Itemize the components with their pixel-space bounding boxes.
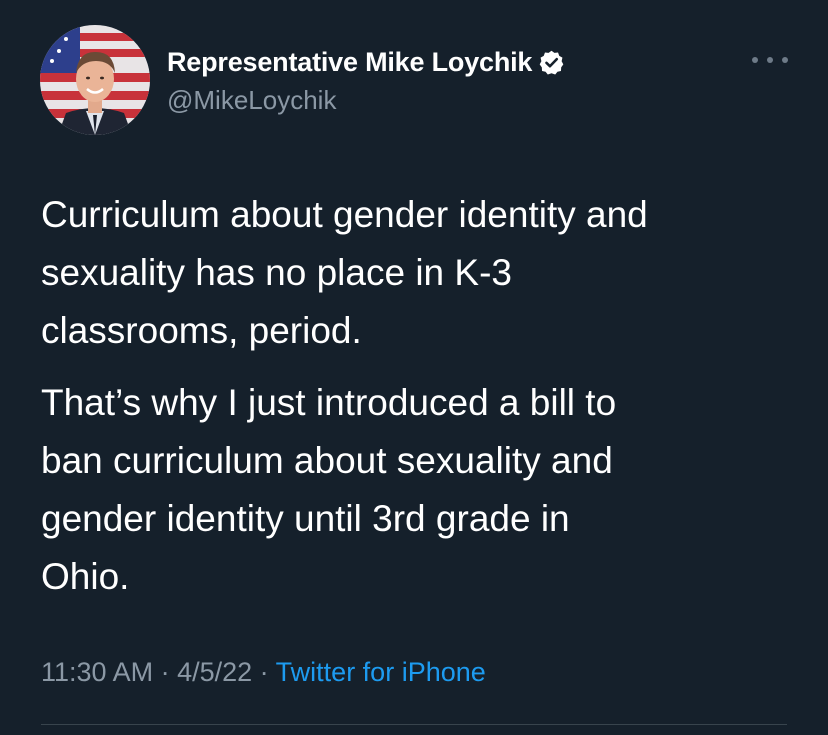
tweet-text: Curriculum about gender identity and sex…: [41, 186, 801, 606]
meta-separator: ·: [252, 657, 276, 687]
more-dot: [752, 57, 758, 63]
verified-badge-icon: [538, 49, 565, 76]
tweet-source-link[interactable]: Twitter for iPhone: [276, 657, 486, 687]
more-dot: [767, 57, 773, 63]
more-dot: [782, 57, 788, 63]
author-name-row[interactable]: Representative Mike Loychik: [167, 46, 565, 78]
author-display-name[interactable]: Representative Mike Loychik: [167, 47, 532, 78]
tweet-meta: 11:30 AM · 4/5/22 · Twitter for iPhone: [41, 657, 486, 688]
avatar[interactable]: [40, 25, 150, 135]
divider: [41, 724, 787, 725]
tweet-paragraph: That’s why I just introduced a bill to b…: [41, 382, 617, 597]
meta-separator: ·: [153, 657, 178, 687]
author-handle[interactable]: @MikeLoychik: [167, 85, 336, 116]
more-options-icon[interactable]: [752, 48, 788, 72]
avatar-image: [40, 25, 150, 135]
tweet-paragraph: Curriculum about gender identity and sex…: [41, 194, 648, 351]
tweet-date[interactable]: 4/5/22: [177, 657, 252, 687]
tweet-card: Representative Mike Loychik @MikeLoychik…: [0, 0, 828, 735]
tweet-time[interactable]: 11:30 AM: [41, 657, 153, 687]
